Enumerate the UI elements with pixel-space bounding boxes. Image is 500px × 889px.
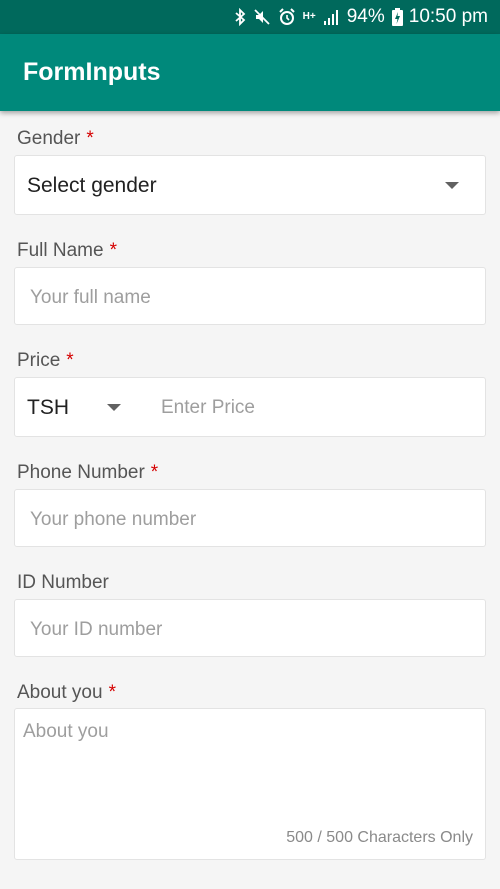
gender-select[interactable]: Select gender — [14, 155, 486, 215]
full-name-input[interactable]: Your full name — [14, 267, 486, 325]
price-label: Price * — [17, 350, 74, 372]
mute-icon — [253, 8, 271, 26]
price-label-text: Price — [17, 350, 61, 371]
required-marker: * — [108, 682, 116, 703]
required-marker: * — [86, 128, 94, 149]
id-number-placeholder: Your ID number — [30, 619, 163, 640]
full-name-placeholder: Your full name — [30, 287, 151, 308]
phone-input[interactable]: Your phone number — [14, 489, 486, 547]
character-counter: 500 / 500 Characters Only — [286, 829, 473, 846]
required-marker: * — [150, 462, 159, 483]
about-label: About you * — [17, 682, 116, 704]
id-number-label: ID Number — [17, 572, 109, 594]
phone-label: Phone Number * — [17, 462, 158, 484]
price-input[interactable]: Enter Price — [150, 378, 485, 436]
gender-label-text: Gender — [17, 128, 81, 149]
battery-charging-icon — [391, 8, 403, 26]
bluetooth-icon — [234, 8, 246, 26]
phone-placeholder: Your phone number — [30, 509, 197, 530]
phone-label-text: Phone Number — [17, 462, 145, 483]
about-placeholder: About you — [23, 721, 109, 742]
currency-value: TSH — [27, 396, 69, 419]
app-title: FormInputs — [23, 58, 161, 86]
signal-icon — [323, 9, 341, 25]
app-bar: FormInputs — [0, 34, 500, 111]
about-label-text: About you — [17, 682, 103, 703]
full-name-label-text: Full Name — [17, 240, 104, 261]
network-type-icon: H+ — [302, 11, 316, 22]
battery-percent: 94% — [346, 6, 385, 27]
status-bar: H+ 94% 10:50 pm — [0, 0, 500, 34]
about-textarea[interactable]: About you 500 / 500 Characters Only — [14, 708, 486, 860]
price-placeholder: Enter Price — [161, 397, 255, 418]
id-number-label-text: ID Number — [17, 572, 109, 593]
gender-select-value: Select gender — [27, 174, 157, 197]
alarm-icon — [278, 8, 296, 26]
full-name-label: Full Name * — [17, 240, 117, 262]
currency-select[interactable]: TSH — [15, 378, 150, 436]
required-marker: * — [109, 240, 117, 261]
clock: 10:50 pm — [408, 6, 488, 27]
gender-label: Gender * — [17, 128, 94, 150]
dropdown-arrow-icon — [445, 182, 459, 189]
required-marker: * — [66, 350, 74, 371]
id-number-input[interactable]: Your ID number — [14, 599, 486, 657]
price-field: TSH Enter Price — [14, 377, 486, 437]
currency-dropdown-arrow-icon — [107, 404, 121, 411]
